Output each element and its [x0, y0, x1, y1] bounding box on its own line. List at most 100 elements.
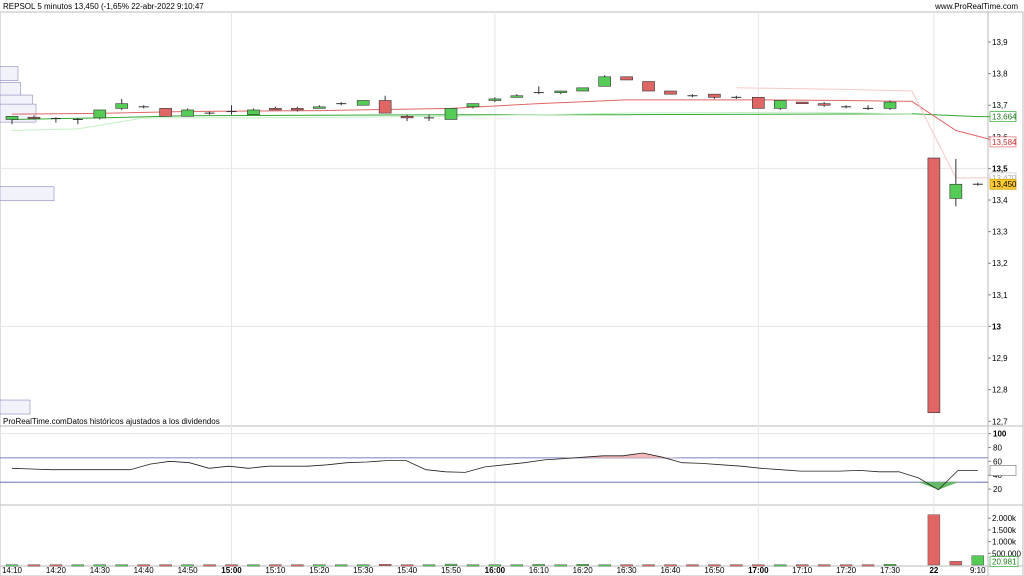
- time-tick-label: 17:10: [792, 566, 813, 575]
- time-tick-label: 16:50: [704, 566, 725, 575]
- candle-body: [773, 100, 787, 109]
- candle-body: [664, 90, 677, 95]
- volume-bar: [730, 564, 743, 567]
- time-tick-label: 15:30: [353, 566, 374, 575]
- volume-profile-bar: [0, 66, 19, 81]
- time-tick-label: 15:40: [397, 566, 418, 575]
- price-tick-label: 13,5: [992, 164, 1008, 173]
- time-tick-label: 9:10: [970, 566, 986, 575]
- volume-profile-bar: [0, 186, 55, 202]
- time-tick-label: 15:10: [265, 566, 286, 575]
- candle-body: [751, 97, 765, 109]
- time-tick-label: 16:10: [529, 566, 550, 575]
- volume-bar: [115, 564, 128, 567]
- price-tick-label: 13,4: [992, 196, 1008, 205]
- time-tick-label: 14:40: [134, 566, 155, 575]
- volume-bar: [817, 564, 831, 567]
- volume-bar: [466, 564, 480, 567]
- candle-body: [488, 98, 502, 101]
- price-tag-label: 13,584: [992, 138, 1017, 147]
- candle-body: [269, 108, 282, 111]
- volume-bar: [598, 564, 611, 567]
- time-tick-label: 15:20: [309, 566, 330, 575]
- stock-chart: 13,913,813,713,613,513,413,313,213,11312…: [0, 11, 1024, 576]
- candle-body: [5, 115, 19, 120]
- volume-bar: [203, 564, 216, 567]
- volume-value-label: 20.981: [992, 558, 1017, 567]
- candle-body: [378, 100, 392, 114]
- price-tick-label: 13,8: [992, 70, 1008, 79]
- indicator-tick-label: 60: [993, 457, 1002, 466]
- price-tick-label: 13,9: [992, 38, 1008, 47]
- volume-bar: [861, 564, 875, 567]
- price-tick-label: 12,7: [992, 417, 1008, 426]
- time-tick-label: 22: [929, 566, 938, 575]
- time-tick-label: 16:30: [617, 566, 638, 575]
- volume-bar: [71, 564, 85, 567]
- candle-body: [247, 109, 260, 116]
- time-tick-label: 16:20: [573, 566, 594, 575]
- time-tick-label: 14:20: [46, 566, 67, 575]
- candle-body: [356, 100, 370, 106]
- indicator-tick-label: 80: [993, 443, 1002, 452]
- candle-body: [883, 101, 897, 109]
- candle-body: [576, 87, 590, 92]
- price-tick-label: 13,1: [992, 291, 1008, 300]
- candle-body: [466, 103, 480, 108]
- volume-bar: [642, 564, 655, 567]
- price-tick-label: 12,9: [992, 354, 1008, 363]
- volume-bar: [27, 564, 41, 567]
- volume-bar: [335, 564, 348, 567]
- indicator-value-box: [989, 465, 1017, 476]
- candle-body: [93, 109, 107, 119]
- price-tick-label: 13,3: [992, 228, 1008, 237]
- volume-bar: [159, 564, 172, 567]
- price-tick-label: 13,2: [992, 259, 1008, 268]
- price-tick-label: 13,7: [992, 101, 1008, 110]
- volume-bar: [927, 514, 941, 566]
- volume-tick-label: 2.000k: [992, 514, 1017, 523]
- price-tag-label: 13,450: [992, 180, 1017, 189]
- volume-profile-bar: [0, 82, 21, 97]
- time-tick-label: 17:30: [880, 566, 901, 575]
- price-tick-label: 13: [992, 322, 1001, 331]
- dividend-note: ProRealTime.comDatos históricos ajustado…: [3, 417, 220, 426]
- price-tag-label: 13,664: [992, 113, 1017, 122]
- candle-body: [159, 108, 172, 117]
- time-tick-label: 14:50: [178, 566, 199, 575]
- candle-body: [510, 95, 524, 98]
- volume-tick-label: 1.500k: [992, 526, 1017, 535]
- candle-body: [817, 103, 831, 106]
- time-tick-label: 15:00: [221, 566, 242, 575]
- volume-tick-label: 1.000k: [992, 538, 1017, 547]
- volume-bar: [422, 564, 436, 567]
- candle-body: [927, 157, 941, 414]
- candle-body: [795, 101, 809, 104]
- indicator-tick-label: 20: [993, 485, 1002, 494]
- volume-bar: [971, 555, 984, 566]
- volume-bar: [291, 564, 304, 567]
- volume-bar: [686, 564, 699, 567]
- volume-bar: [554, 564, 567, 567]
- time-tick-label: 16:00: [485, 566, 506, 575]
- moving-average-line-2: [11, 99, 1000, 143]
- candle-body: [554, 90, 568, 93]
- volume-bar: [510, 564, 524, 567]
- candle-body: [444, 108, 458, 120]
- time-tick-label: 14:10: [2, 566, 23, 575]
- candle-body: [291, 108, 304, 111]
- time-tick-label: 14:30: [90, 566, 111, 575]
- volume-bar: [247, 564, 260, 567]
- candle-body: [708, 93, 721, 98]
- candle-body: [27, 116, 41, 119]
- candle-body: [400, 115, 414, 119]
- indicator-tick-label: 100: [993, 430, 1007, 439]
- candle-body: [312, 106, 326, 109]
- candle-body: [949, 183, 963, 199]
- volume-bar: [774, 564, 787, 567]
- candle-body: [181, 109, 194, 117]
- volume-bar: [378, 564, 392, 566]
- time-tick-label: 15:50: [441, 566, 462, 575]
- candle-body: [620, 76, 633, 81]
- price-tick-label: 12,8: [992, 386, 1008, 395]
